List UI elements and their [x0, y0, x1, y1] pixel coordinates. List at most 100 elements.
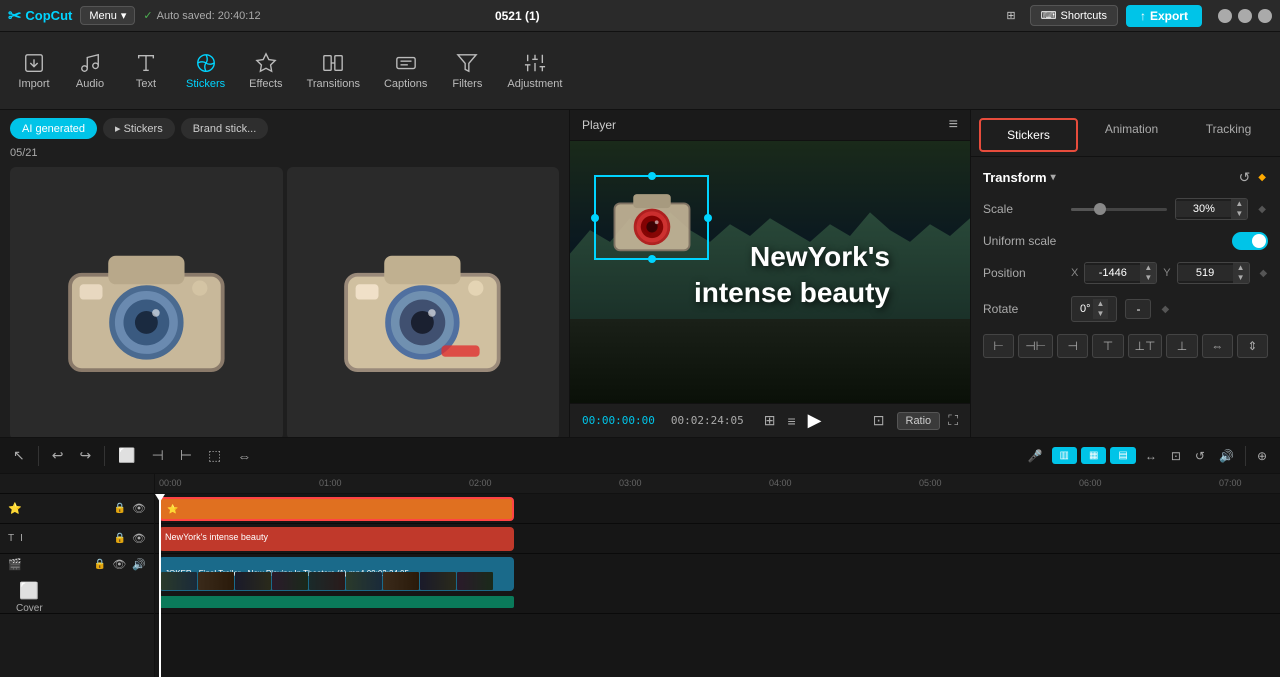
fit-screen-button[interactable]: ⊡: [869, 410, 889, 431]
mirror-button[interactable]: ⇔: [232, 445, 256, 467]
camera-svg-2: [327, 208, 518, 399]
position-y-decrement[interactable]: ▼: [1233, 273, 1249, 283]
align-bottom-button[interactable]: ⊥: [1166, 334, 1197, 358]
scale-decrement-button[interactable]: ▼: [1231, 209, 1247, 219]
position-x-decrement[interactable]: ▼: [1140, 273, 1156, 283]
timeline-ruler: 00:00 01:00 02:00 03:00 04:00 05:00 06:0…: [155, 474, 1280, 494]
toolbar-transitions[interactable]: Transitions: [297, 46, 370, 96]
minimize-button[interactable]: [1218, 9, 1232, 23]
ratio-button[interactable]: Ratio: [897, 412, 941, 430]
rotate-keyframe-button[interactable]: ◆: [1159, 302, 1171, 317]
grid-button[interactable]: ⊞: [1000, 7, 1021, 24]
toolbar-stickers[interactable]: Stickers: [176, 46, 235, 96]
toolbar-captions[interactable]: Captions: [374, 46, 437, 96]
shortcuts-button[interactable]: ⌨ Shortcuts: [1030, 5, 1118, 26]
play-button[interactable]: ▶: [808, 410, 822, 431]
sticker-item-1[interactable]: [10, 167, 283, 437]
undo-button[interactable]: ↩: [47, 444, 69, 467]
timeline: ↖ ↩ ↪ ⬜ ⊣ ⊢ ⬚ ⇔ 🎤 ▥ ▦ ▤ ↔ ⊡ ↺ 🔊 ⊕ ⭐: [0, 437, 1280, 677]
sticker-item-2[interactable]: [287, 167, 560, 437]
eye-icon-sticker[interactable]: 👁: [132, 502, 146, 515]
align-top-button[interactable]: ⊤: [1092, 334, 1123, 358]
audio-icon-video[interactable]: 🔊: [132, 558, 146, 571]
placed-sticker-svg: [602, 180, 702, 255]
text-clip[interactable]: NewYork's intense beauty: [159, 527, 514, 551]
list-view-button[interactable]: ≡: [783, 410, 799, 431]
mic-button[interactable]: 🎤: [1023, 446, 1048, 466]
ruler-mark-0: 00:00: [159, 478, 182, 488]
close-button[interactable]: [1258, 9, 1272, 23]
toolbar-adjustment[interactable]: Adjustment: [497, 46, 572, 96]
scale-slider[interactable]: [1071, 208, 1167, 211]
rotate-decrement[interactable]: ▼: [1093, 309, 1109, 319]
stickers-tab[interactable]: ▸ Stickers: [103, 118, 175, 139]
position-x-increment[interactable]: ▲: [1140, 263, 1156, 273]
toolbar-effects[interactable]: Effects: [239, 46, 292, 96]
video-clip-2-button[interactable]: ▦: [1081, 447, 1106, 464]
grid-view-button[interactable]: ⊞: [760, 410, 780, 431]
ai-generated-tab[interactable]: AI generated: [10, 118, 97, 139]
zoom-button[interactable]: ⊕: [1252, 446, 1272, 466]
scale-increment-button[interactable]: ▲: [1231, 199, 1247, 209]
toolbar-text[interactable]: Text: [120, 46, 172, 96]
lock-icon-sticker[interactable]: 🔒: [114, 503, 126, 514]
uniform-scale-toggle[interactable]: [1232, 232, 1268, 250]
fit-width-button[interactable]: ↔: [1140, 446, 1162, 466]
export-button[interactable]: ↑ Export: [1126, 5, 1202, 27]
eye-icon-text[interactable]: 👁: [132, 532, 146, 545]
timeline-playhead[interactable]: [159, 494, 161, 677]
tab-animation[interactable]: Animation: [1084, 114, 1179, 156]
menu-button[interactable]: Menu ▾: [80, 6, 135, 25]
redo-button[interactable]: ↪: [74, 444, 96, 467]
placed-sticker[interactable]: [602, 180, 702, 255]
lock-icon-video[interactable]: 🔒: [94, 559, 106, 570]
cover-button[interactable]: ⬜ Cover: [8, 577, 51, 618]
trim-left-button[interactable]: ⊣: [147, 444, 169, 467]
distribute-h-button[interactable]: ⇔: [1202, 334, 1233, 358]
position-y-increment[interactable]: ▲: [1233, 263, 1249, 273]
video-clip-1-button[interactable]: ▥: [1052, 447, 1077, 464]
position-y-input[interactable]: [1178, 265, 1233, 281]
position-keyframe-button[interactable]: ◆: [1258, 266, 1270, 281]
maximize-button[interactable]: [1238, 9, 1252, 23]
fullscreen-button[interactable]: ⛶: [948, 412, 958, 429]
lock-icon-text[interactable]: 🔒: [114, 533, 126, 544]
rotate-minus-button[interactable]: -: [1125, 299, 1151, 319]
position-xy: X ▲ ▼ Y ▲ ▼: [1071, 262, 1250, 284]
player-menu-button[interactable]: ≡: [949, 116, 958, 134]
ruler-mark-3: 03:00: [619, 478, 642, 488]
video-clip-3-button[interactable]: ▤: [1110, 447, 1135, 464]
rotate-increment[interactable]: ▲: [1093, 299, 1109, 309]
volume-button[interactable]: 🔊: [1214, 446, 1239, 466]
align-right-button[interactable]: ⊣: [1057, 334, 1088, 358]
distribute-v-button[interactable]: ⇕: [1237, 334, 1268, 358]
scale-keyframe-button[interactable]: ◆: [1256, 202, 1268, 217]
export-icon: ↑: [1140, 9, 1146, 23]
tab-tracking[interactable]: Tracking: [1181, 114, 1276, 156]
video-clip[interactable]: JOKER - Final Trailer - Now Playing In T…: [159, 557, 514, 591]
align-center-h-button[interactable]: ⊣⊢: [1018, 334, 1053, 358]
audio-clip[interactable]: [159, 596, 514, 608]
split-button[interactable]: ⬜: [113, 444, 140, 467]
scale-slider-thumb[interactable]: [1094, 203, 1106, 215]
toolbar-filters[interactable]: Filters: [441, 46, 493, 96]
toolbar-import[interactable]: Import: [8, 46, 60, 96]
cursor-tool-button[interactable]: ↖: [8, 444, 30, 467]
keyframe-button[interactable]: ◆: [1256, 169, 1268, 186]
tab-stickers[interactable]: Stickers: [979, 118, 1078, 152]
delete-button[interactable]: ⬚: [203, 444, 226, 467]
position-x-input[interactable]: [1085, 265, 1140, 281]
scale-input[interactable]: [1176, 201, 1231, 217]
video-text-overlay: NewYork's intense beauty: [694, 239, 890, 312]
align-center-v-button[interactable]: ⊥⊤: [1128, 334, 1163, 358]
eye-icon-video[interactable]: 👁: [112, 558, 126, 571]
trim-right-button[interactable]: ⊢: [175, 444, 197, 467]
view-mode-buttons: ⊞ ≡: [760, 410, 800, 431]
brand-sticker-button[interactable]: Brand stick...: [181, 118, 269, 139]
reset-transform-button[interactable]: ↺: [1239, 169, 1251, 186]
loop-button[interactable]: ↺: [1190, 446, 1210, 466]
pip-button[interactable]: ⊡: [1166, 446, 1186, 466]
toolbar-audio[interactable]: Audio: [64, 46, 116, 96]
align-left-button[interactable]: ⊢: [983, 334, 1014, 358]
sticker-clip[interactable]: ⭐: [159, 497, 514, 521]
